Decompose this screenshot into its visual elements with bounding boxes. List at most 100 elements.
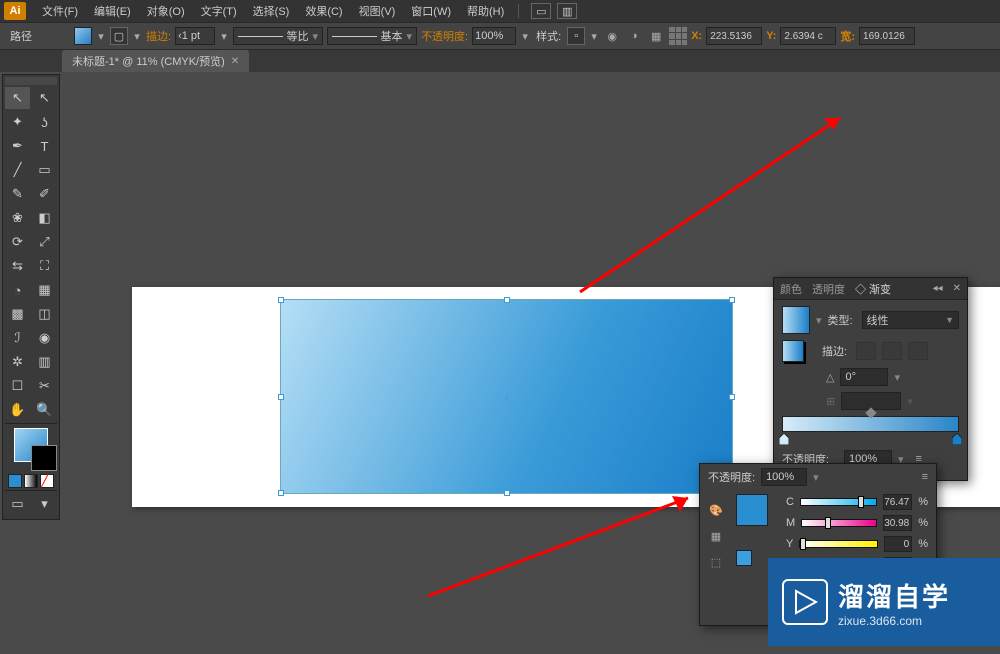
fill-dropdown[interactable]: ▾ (96, 27, 106, 45)
transparency-tab[interactable]: 透明度 (812, 281, 845, 297)
symbol-sprayer-tool[interactable]: ✲ (5, 351, 30, 373)
linked-color-swatch[interactable] (736, 550, 752, 566)
brush-def[interactable]: 基本▾ (327, 27, 417, 45)
type-tool[interactable]: T (32, 135, 57, 157)
gradient-slider[interactable] (782, 416, 959, 432)
y-input[interactable]: 2.6394 c (780, 27, 836, 45)
menu-select[interactable]: 选择(S) (245, 3, 298, 19)
ref-point-icon[interactable] (669, 27, 687, 45)
m-thumb[interactable] (825, 517, 831, 529)
gradient-tab[interactable]: ◇ 渐变 (855, 281, 891, 297)
y-value[interactable]: 0 (884, 536, 912, 552)
menu-type[interactable]: 文字(T) (193, 3, 245, 19)
color-tab[interactable]: 颜色 (780, 281, 802, 297)
artboard-tool[interactable]: ☐ (5, 375, 30, 397)
gradient-type-dropdown[interactable]: 线性▼ (862, 311, 959, 329)
hand-tool[interactable]: ✋ (5, 399, 30, 421)
pen-tool[interactable]: ✒ (5, 135, 30, 157)
scale-tool[interactable]: ⤢ (32, 231, 57, 253)
panel-collapse-icon[interactable]: ◂◂ (933, 283, 943, 294)
menu-help[interactable]: 帮助(H) (459, 3, 512, 19)
color-guide-icon[interactable]: ▦ (706, 528, 726, 544)
layout-btn-1[interactable]: ▭ (531, 3, 551, 19)
c-thumb[interactable] (858, 496, 864, 508)
color-opacity-input[interactable]: 100% (761, 468, 807, 486)
none-mode-icon[interactable]: ╱ (40, 474, 54, 488)
x-input[interactable]: 223.5136 (706, 27, 762, 45)
c-track[interactable] (800, 498, 877, 506)
gradient-stop-right[interactable] (952, 433, 962, 445)
direct-select-tool[interactable]: ↖ (32, 87, 57, 109)
menu-window[interactable]: 窗口(W) (403, 3, 459, 19)
magic-wand-tool[interactable]: ✦ (5, 111, 30, 133)
zoom-tool[interactable]: 🔍 (32, 399, 57, 421)
blob-brush-tool[interactable]: ❀ (5, 207, 30, 229)
gradient-preview[interactable] (782, 306, 810, 334)
column-graph-tool[interactable]: ▥ (32, 351, 57, 373)
color-panel-menu-icon[interactable]: ≡ (922, 471, 928, 483)
free-transform-tool[interactable]: ⛶ (32, 255, 57, 277)
y-track[interactable] (799, 540, 878, 548)
resize-handle[interactable] (729, 394, 735, 400)
opacity-drop[interactable]: ▾ (520, 27, 530, 45)
current-color-swatch[interactable] (736, 494, 768, 526)
stroke-swatch[interactable]: ▢ (110, 27, 128, 45)
eyedropper-tool[interactable]: ℐ (5, 327, 30, 349)
layout-btn-2[interactable]: ▥ (557, 3, 577, 19)
gradient-tool[interactable]: ◫ (32, 303, 57, 325)
c-value[interactable]: 76.47 (883, 494, 912, 510)
shape-builder-tool[interactable]: ◔ (5, 279, 30, 301)
tool-panel-grip[interactable] (5, 77, 57, 85)
style-swatch[interactable]: ▫ (567, 27, 585, 45)
m-track[interactable] (801, 519, 877, 527)
style-drop[interactable]: ▾ (589, 27, 599, 45)
w-input[interactable]: 169.0126 (859, 27, 915, 45)
menu-file[interactable]: 文件(F) (34, 3, 86, 19)
lasso-tool[interactable]: ʖ (32, 111, 57, 133)
resize-handle[interactable] (278, 490, 284, 496)
blend-tool[interactable]: ◉ (32, 327, 57, 349)
gradient-fill-stroke[interactable] (782, 340, 804, 362)
change-screen[interactable]: ▾ (32, 493, 57, 515)
width-tool[interactable]: ⇆ (5, 255, 30, 277)
menu-edit[interactable]: 编辑(E) (86, 3, 139, 19)
eraser-tool[interactable]: ◧ (32, 207, 57, 229)
stroke-profile[interactable]: 等比▾ (233, 27, 323, 45)
paintbrush-tool[interactable]: ✎ (5, 183, 30, 205)
stroke-dropdown[interactable]: ▾ (132, 27, 142, 45)
resize-handle[interactable] (278, 394, 284, 400)
stroke-weight-drop[interactable]: ▾ (219, 27, 229, 45)
slice-tool[interactable]: ✂ (32, 375, 57, 397)
m-value[interactable]: 30.98 (883, 515, 912, 531)
angle-input[interactable]: 0° (840, 368, 888, 386)
y-thumb[interactable] (800, 538, 806, 550)
panel-close-icon[interactable]: ✕ (953, 283, 961, 294)
mesh-tool[interactable]: ▩ (5, 303, 30, 325)
globe-icon[interactable]: ◉ (603, 27, 621, 45)
menu-effect[interactable]: 效果(C) (297, 3, 350, 19)
menu-object[interactable]: 对象(O) (139, 3, 193, 19)
resize-handle[interactable] (504, 297, 510, 303)
gradient-mode-icon[interactable] (24, 474, 38, 488)
color-mode-icon[interactable] (8, 474, 22, 488)
line-tool[interactable]: ╱ (5, 159, 30, 181)
screen-mode[interactable]: ▭ (5, 493, 30, 515)
pencil-tool[interactable]: ✐ (32, 183, 57, 205)
gradient-stop-left[interactable] (779, 433, 789, 445)
document-tab[interactable]: 未标题-1* @ 11% (CMYK/预览) ✕ (62, 50, 249, 72)
selected-rectangle[interactable]: × (280, 299, 733, 494)
resize-handle[interactable] (278, 297, 284, 303)
rectangle-tool[interactable]: ▭ (32, 159, 57, 181)
stroke-weight[interactable]: ‹1 pt (175, 27, 215, 45)
close-tab-icon[interactable]: ✕ (231, 56, 239, 67)
package-icon[interactable]: ⬚ (706, 554, 726, 570)
perspective-tool[interactable]: ▦ (32, 279, 57, 301)
rotate-tool[interactable]: ⟳ (5, 231, 30, 253)
resize-handle[interactable] (729, 297, 735, 303)
fill-swatch[interactable] (74, 27, 92, 45)
opacity-input[interactable]: 100% (472, 27, 516, 45)
menu-view[interactable]: 视图(V) (351, 3, 404, 19)
align-icon[interactable]: ▦ (647, 27, 665, 45)
recolor-icon[interactable]: ◑ (625, 27, 643, 45)
selection-tool[interactable]: ↖ (5, 87, 30, 109)
